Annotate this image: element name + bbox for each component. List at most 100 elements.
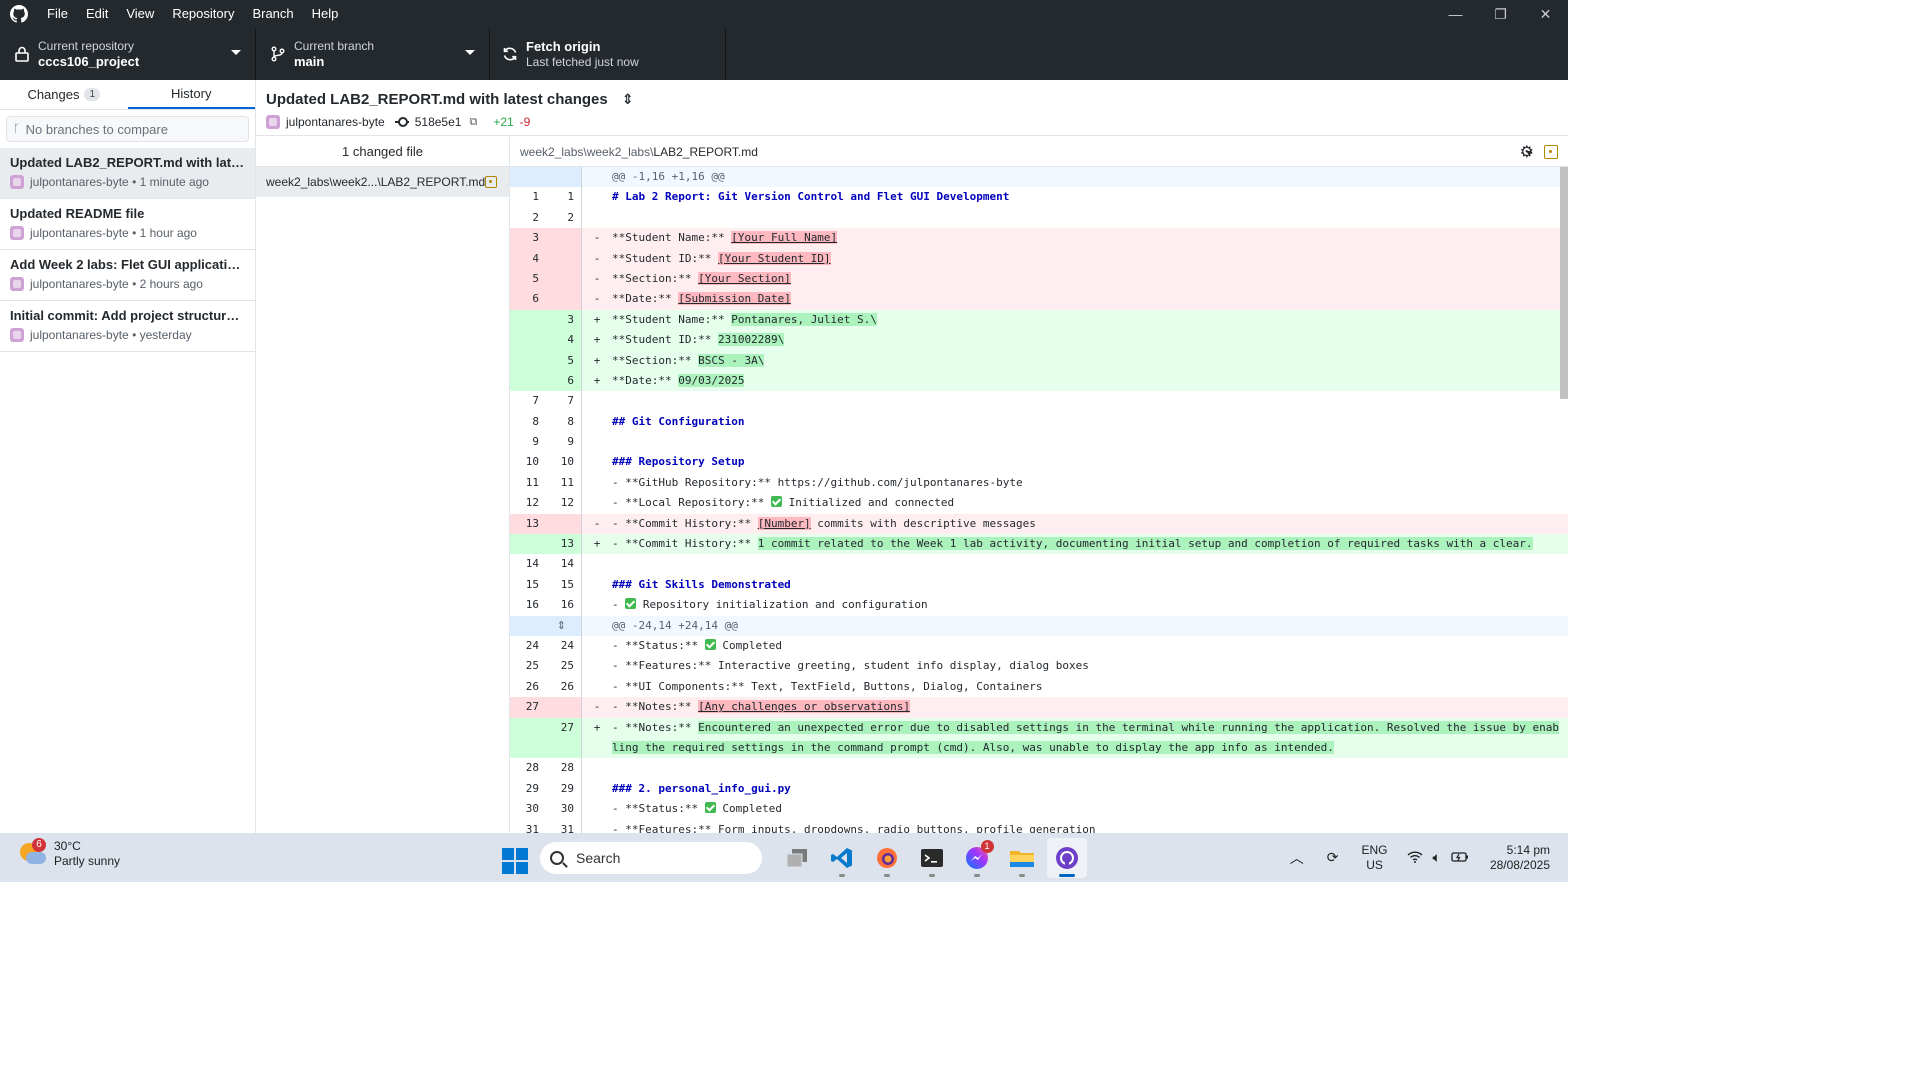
toolbar: Current repository cccs106_project Curre…	[0, 28, 1568, 80]
commit-list-item[interactable]: Updated README file julpontanares-byte •…	[0, 199, 255, 250]
windows-start-icon[interactable]	[502, 848, 528, 874]
deletions-count: -9	[519, 115, 531, 129]
diff-line-added[interactable]: 6 + **Date:** 09/03/2025	[510, 370, 1568, 392]
commit-list-item[interactable]: Initial commit: Add project structure an…	[0, 301, 255, 352]
diff-line[interactable]: 16 16 - Repository initialization and conf…	[510, 595, 1568, 616]
branch-compare-input[interactable]: ᚴ No branches to compare	[6, 116, 249, 142]
diff-line[interactable]: 22	[510, 207, 1568, 229]
diff-code: @@ -24,14 +24,14 @@	[612, 616, 1568, 636]
copy-icon[interactable]: ⧉	[469, 116, 477, 129]
current-branch-button[interactable]: Current branch main	[256, 28, 490, 80]
menu-edit[interactable]: Edit	[77, 0, 117, 28]
diff-line-added[interactable]: 3 + **Student Name:** Pontanares, Juliet S…	[510, 309, 1568, 331]
diff-line-added[interactable]: 5 + **Section:** BSCS - 3A\	[510, 350, 1568, 371]
task-view-icon[interactable]	[777, 838, 817, 878]
diff-line-removed[interactable]: 5 - **Section:** [Your Section]	[510, 268, 1568, 290]
wifi-icon[interactable]	[1407, 850, 1423, 866]
diff-code: - **GitHub Repository:** https://github.…	[612, 473, 1568, 493]
close-button[interactable]: ✕	[1523, 0, 1568, 28]
diff-line[interactable]: 26 26 - **UI Components:** Text, TextField…	[510, 676, 1568, 698]
old-line-number	[510, 309, 546, 331]
weather-widget[interactable]: 6 30°C Partly sunny	[20, 838, 120, 869]
diff-line[interactable]: 25 25 - **Features:** Interactive greeting…	[510, 656, 1568, 677]
changed-file-item[interactable]: week2_labs\week2...\LAB2_REPORT.md	[256, 167, 509, 197]
old-line-number: 15	[510, 574, 546, 596]
diff-marker: -	[593, 231, 601, 245]
expand-icon[interactable]: ⇕	[557, 619, 566, 632]
commit-sha: 518e5e1	[414, 115, 462, 129]
commit-meta: julpontanares-byte • yesterday	[30, 328, 192, 342]
fetch-origin-button[interactable]: Fetch origin Last fetched just now	[490, 28, 726, 80]
menu-branch[interactable]: Branch	[243, 0, 302, 28]
menu-repository[interactable]: Repository	[163, 0, 243, 28]
diff-line[interactable]: 24 24 - **Status:** Completed	[510, 635, 1568, 657]
old-line-number: 4	[510, 248, 546, 269]
diff-line[interactable]: 30 30 - **Status:** Completed	[510, 799, 1568, 820]
commit-list-item[interactable]: Add Week 2 labs: Flet GUI applications j…	[0, 250, 255, 301]
diff-line-removed[interactable]: 13 - - **Commit History:** [Number] commit…	[510, 513, 1568, 535]
diff-line[interactable]: 99	[510, 432, 1568, 453]
github-desktop-icon[interactable]	[1046, 838, 1087, 878]
menu-view[interactable]: View	[117, 0, 163, 28]
diff-marker: +	[593, 333, 601, 347]
battery-icon[interactable]	[1451, 850, 1469, 866]
terminal-icon[interactable]	[912, 838, 952, 878]
diff-line[interactable]: 11 11 - **GitHub Repository:** https://git…	[510, 472, 1568, 494]
changed-text: Encountered an unexpected error due to d…	[612, 720, 1560, 754]
avatar	[10, 277, 24, 291]
file-explorer-icon[interactable]	[1002, 838, 1042, 878]
diff-line-removed[interactable]: 4 - **Student ID:** [Your Student ID]	[510, 248, 1568, 269]
avatar	[10, 175, 24, 189]
scrollbar[interactable]	[1560, 167, 1568, 399]
menu-help[interactable]: Help	[303, 0, 348, 28]
code-text: - **Notes:**	[612, 700, 699, 714]
diff-line[interactable]: 15 15 ### Git Skills Demonstrated	[510, 574, 1568, 596]
current-repository-button[interactable]: Current repository cccs106_project	[0, 28, 256, 80]
diff-hunk-header[interactable]: @@ -1,16 +1,16 @@	[510, 167, 1568, 188]
diff-line[interactable]: 8 8 ## Git Configuration	[510, 411, 1568, 433]
commit-list-item[interactable]: Updated LAB2_REPORT.md with latest ... j…	[0, 148, 255, 199]
diff-line[interactable]: 1 1 # Lab 2 Report: Git Version Control an…	[510, 187, 1568, 208]
diff-line-added[interactable]: 27 + - **Notes:** Encountered an unexpecte…	[510, 717, 1568, 759]
tab-history[interactable]: History	[127, 80, 255, 109]
menu-file[interactable]: File	[38, 0, 77, 28]
diff-line-removed[interactable]: 3 - **Student Name:** [Your Full Name]	[510, 228, 1568, 249]
vscode-icon[interactable]	[822, 838, 862, 878]
diff-marker	[582, 656, 612, 676]
expand-icon[interactable]: ⇕	[622, 91, 634, 108]
diff-line-removed[interactable]: 27 - - **Notes:** [Any challenges or obser…	[510, 697, 1568, 718]
diff-line[interactable]: 14 14	[510, 554, 1568, 575]
diff-line[interactable]: 31 31 - **Features:** Form inputs, dropdow…	[510, 819, 1568, 833]
diff-code: **Student ID:** [Your Student ID]	[612, 249, 1568, 269]
diff-line[interactable]: 10 10 ### Repository Setup	[510, 452, 1568, 473]
minimize-button[interactable]: —	[1433, 0, 1478, 28]
diff-marker: +	[593, 353, 601, 367]
diff-marker	[582, 575, 612, 595]
diff-line[interactable]: 28 28	[510, 758, 1568, 779]
new-line-number: 6	[546, 370, 582, 392]
code-text: - **Notes:**	[612, 720, 699, 734]
diff-code	[612, 208, 1568, 228]
diff-code: ### Git Skills Demonstrated	[612, 575, 1568, 595]
taskbar-search-input[interactable]: Search	[540, 842, 762, 874]
diff-line-added[interactable]: 13 + - **Commit History:** 1 commit relate…	[510, 534, 1568, 555]
language-indicator[interactable]: ENG US	[1362, 843, 1388, 873]
diff-line[interactable]: 29 29 ### 2. personal_info_gui.py	[510, 778, 1568, 800]
diff-line[interactable]: 12 12 - **Local Repository:** Initialized …	[510, 493, 1568, 514]
old-line-number: 28	[510, 758, 546, 779]
messenger-icon[interactable]: 1	[957, 838, 997, 878]
diff-line-removed[interactable]: 6 - **Date:** [Submission Date]	[510, 289, 1568, 310]
diff-line[interactable]: 77	[510, 391, 1568, 412]
volume-icon[interactable]: 🔈︎	[1433, 849, 1441, 866]
tab-changes[interactable]: Changes 1	[0, 80, 128, 109]
lang-region: US	[1366, 857, 1383, 872]
old-line-number: 25	[510, 656, 546, 677]
diff-hunk-header[interactable]: ⇕ @@ -24,14 +24,14 @@	[510, 615, 1568, 636]
sync-icon[interactable]: ⟳	[1327, 849, 1339, 866]
clock[interactable]: 5:14 pm 28/08/2025	[1490, 843, 1550, 873]
firefox-icon[interactable]	[867, 838, 907, 878]
restore-button[interactable]: ❐	[1478, 0, 1523, 28]
chevron-up-icon[interactable]: ︿	[1290, 848, 1304, 868]
diff-marker: -	[593, 251, 601, 265]
diff-line-added[interactable]: 4 + **Student ID:** 231002289\	[510, 330, 1568, 351]
